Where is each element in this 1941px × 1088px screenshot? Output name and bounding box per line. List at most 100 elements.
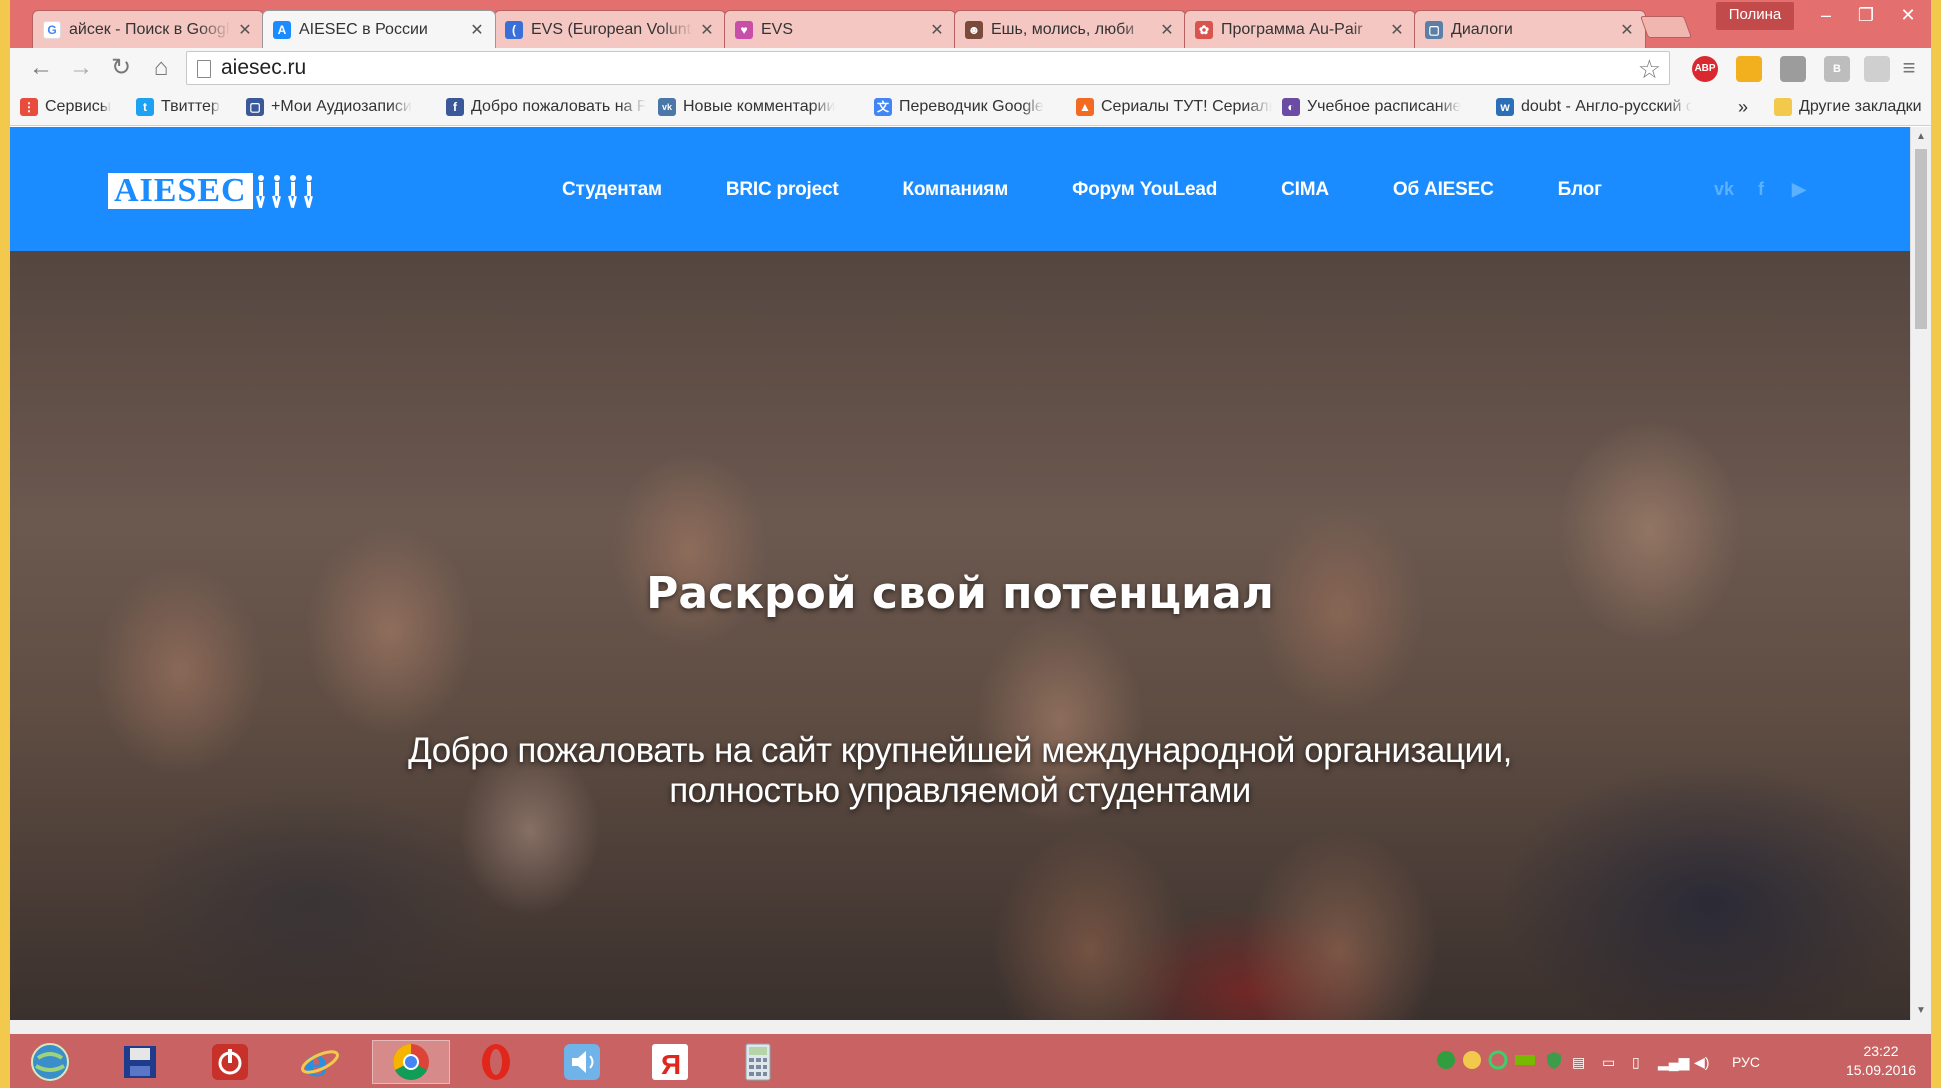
menu-icon[interactable]: ≡ [1894,54,1924,82]
tray-smiley-icon[interactable] [1462,1050,1482,1073]
nav-bric-project[interactable]: BRIC project [726,179,839,201]
nav-students[interactable]: Студентам [562,179,662,201]
tab-title: AIESEC в России [299,20,428,38]
other-bookmarks-folder[interactable]: Другие закладки [1774,96,1930,118]
bookmark-google-translate[interactable]: 文 Переводчик Google [874,96,1066,118]
close-icon[interactable]: ✕ [1619,20,1635,40]
scrollbar-thumb[interactable] [1915,149,1927,329]
back-arrow-icon[interactable]: ← [26,54,56,82]
sound-app-button[interactable] [556,1040,608,1084]
facebook-icon[interactable]: f [1758,179,1764,200]
nav-cima[interactable]: CIMA [1281,179,1329,201]
tray-monitor-icon[interactable]: ▭ [1602,1054,1615,1071]
address-bar[interactable]: ☆ [186,51,1670,85]
scroll-down-icon[interactable]: ▼ [1916,1005,1926,1016]
tray-nvidia-icon[interactable] [1514,1050,1536,1073]
close-icon[interactable]: ✕ [469,20,485,40]
dialog-icon: ▢ [1425,20,1443,39]
tray-app-icon[interactable] [1436,1050,1456,1073]
aiesec-favicon-icon: A [273,20,291,39]
vk-icon: vk [658,98,676,116]
hero-subtitle: полностью управляемой студентами [669,771,1251,810]
bookmark-star-icon[interactable]: ☆ [1638,54,1661,85]
horizontal-scrollbar[interactable] [10,1020,1931,1034]
serials-icon: ▲ [1076,98,1094,116]
tray-circle-icon[interactable] [1488,1050,1508,1073]
power-icon [212,1044,248,1080]
language-indicator[interactable]: РУС [1732,1054,1760,1070]
tray-display-icon[interactable]: ▤ [1572,1054,1585,1071]
restore-button[interactable]: ❐ [1848,4,1884,28]
calculator-button[interactable] [732,1040,784,1084]
b-extension-icon[interactable]: B [1824,56,1850,82]
nav-about[interactable]: Об AIESEC [1393,179,1494,201]
tab-google-search[interactable]: G айсек - Поиск в Google ✕ [32,10,264,48]
browser-toolbar: ← → ↻ ⌂ ☆ ABP B ≡ [10,48,1931,88]
bookmark-vk-comments[interactable]: vk Новые комментарии [658,96,866,118]
bookmark-facebook[interactable]: f Добро пожаловать на Facebook [446,96,646,118]
aiesec-logo[interactable]: AIESEC [108,173,319,209]
screen-extension-icon[interactable] [1780,56,1806,82]
nav-blog[interactable]: Блог [1558,179,1602,201]
hero-title: Раскрой свой потенциал [646,568,1274,619]
close-icon[interactable]: ✕ [929,20,945,40]
tray-security-icon[interactable] [1544,1050,1564,1073]
tab-dialogs[interactable]: ▢ Диалоги ✕ [1414,10,1646,48]
adblock-plus-icon[interactable]: ABP [1692,56,1718,82]
minimize-button[interactable]: – [1808,4,1844,28]
bookmark-services[interactable]: ⋮ Сервисы [20,96,132,118]
youtube-icon[interactable]: ▶ [1792,179,1806,200]
opera-button[interactable] [470,1040,522,1084]
close-icon[interactable]: ✕ [1159,20,1175,40]
close-window-button[interactable]: ✕ [1890,4,1926,28]
forward-arrow-icon[interactable]: → [66,54,96,82]
tab-evs-european[interactable]: ( EVS (European Volunteer Service) ✕ [494,10,726,48]
volume-icon[interactable]: ◀) [1694,1054,1709,1071]
url-input[interactable] [221,56,1601,80]
google-icon: G [43,20,61,39]
save-app-button[interactable] [114,1040,166,1084]
yandex-button[interactable]: Я [644,1040,696,1084]
bookmark-audio[interactable]: ▢ +Мои Аудиозаписи [246,96,442,118]
tab-aiesec[interactable]: A AIESEC в России ✕ [262,10,496,48]
bookmarks-more-icon[interactable]: » [1738,96,1758,118]
vk-icon[interactable]: vk [1714,179,1734,200]
close-icon[interactable]: ✕ [699,20,715,40]
tab-au-pair[interactable]: ✿ Программа Au-Pair ✕ [1184,10,1416,48]
running-people-icon [255,175,313,209]
flower-icon: ✿ [1195,20,1213,39]
ie-button[interactable]: e [294,1040,346,1084]
grey-extension-icon[interactable] [1864,56,1890,82]
power-app-button[interactable] [204,1040,256,1084]
browser-window: G айсек - Поиск в Google ✕ A AIESEC в Ро… [10,0,1931,1088]
chrome-button[interactable] [372,1040,450,1084]
site-header: AIESEC Студентам BRIC project Компаниям … [10,127,1910,251]
start-button[interactable] [24,1040,76,1084]
home-icon[interactable]: ⌂ [146,54,176,82]
schedule-icon: ◐ [1282,98,1300,116]
globe-icon [31,1043,69,1081]
bookmark-flag-icon[interactable] [1736,56,1762,82]
bookmark-dictionary[interactable]: w doubt - Англо-русский словарь [1496,96,1692,118]
hero-subtitle: Добро пожаловать на сайт крупнейшей межд… [408,731,1512,770]
profile-button[interactable]: Полина [1716,2,1794,30]
tab-eat-pray-love[interactable]: ☻ Ешь, молись, люби ✕ [954,10,1186,48]
folder-icon [1774,98,1792,116]
new-tab-button[interactable] [1639,16,1693,38]
bookmark-serials[interactable]: ▲ Сериалы ТУТ! Сериалы онлайн [1076,96,1272,118]
vertical-scrollbar[interactable]: ▲ ▼ [1910,127,1931,1020]
reload-icon[interactable]: ↻ [106,54,136,82]
speaker-icon [564,1044,600,1080]
battery-icon[interactable]: ▯ [1632,1054,1640,1071]
nav-companies[interactable]: Компаниям [903,179,1009,201]
bookmark-twitter[interactable]: t Твиттер [136,96,240,118]
close-icon[interactable]: ✕ [237,20,253,40]
close-icon[interactable]: ✕ [1389,20,1405,40]
bookmark-schedule[interactable]: ◐ Учебное расписание [1282,96,1488,118]
nav-forum-youlead[interactable]: Форум YouLead [1072,179,1217,201]
signal-icon[interactable]: ▂▄▆ [1658,1054,1689,1071]
tab-title: Программа Au-Pair [1221,20,1363,38]
clock[interactable]: 23:22 15.09.2016 [1836,1042,1926,1080]
scroll-up-icon[interactable]: ▲ [1916,131,1926,142]
tab-evs[interactable]: ♥ EVS ✕ [724,10,956,48]
